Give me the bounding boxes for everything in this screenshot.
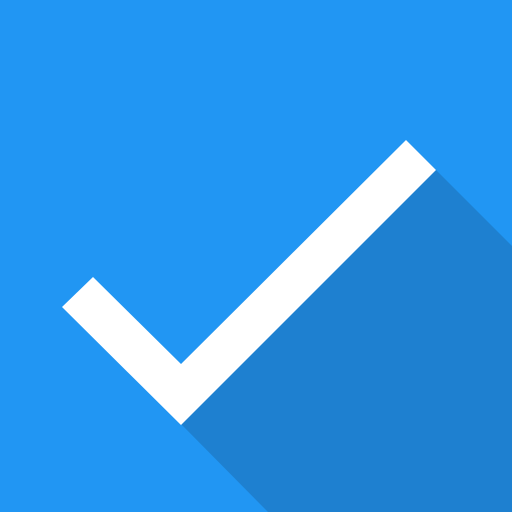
- checkmark-icon: [0, 0, 512, 512]
- app-icon: [0, 0, 512, 512]
